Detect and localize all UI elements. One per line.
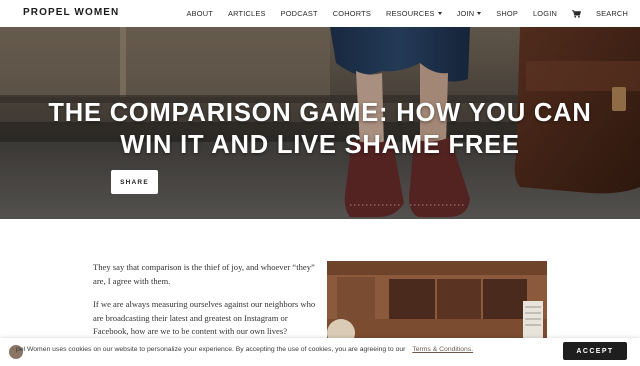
nav-podcast[interactable]: PODCAST [281, 9, 318, 18]
share-button[interactable]: SHARE [111, 170, 158, 194]
nav-about[interactable]: ABOUT [187, 9, 213, 18]
nav-resources-label: RESOURCES [385, 9, 435, 18]
nav-shop[interactable]: SHOP [496, 9, 518, 18]
chevron-down-icon [477, 12, 482, 15]
accept-cookies-button[interactable]: ACCEPT [563, 342, 627, 360]
nav-join[interactable]: JOIN [457, 9, 482, 18]
cookie-message-text: pel Women uses cookies on our website to… [16, 346, 406, 353]
terms-link[interactable]: Terms & Conditions. [412, 346, 473, 353]
nav-resources[interactable]: RESOURCES [386, 9, 442, 18]
main-nav: ABOUT ARTICLES PODCAST COHORTS RESOURCES… [172, 0, 628, 27]
nav-cohorts[interactable]: COHORTS [333, 9, 371, 18]
article-image [327, 261, 547, 341]
site-logo[interactable]: PROPEL WOMEN [23, 7, 119, 18]
site-header: PROPEL WOMEN ABOUT ARTICLES PODCAST COHO… [0, 0, 640, 27]
shopping-cart-icon[interactable] [571, 9, 581, 18]
article-body: They say that comparison is the thief of… [93, 261, 319, 349]
nav-login[interactable]: LOGIN [533, 9, 557, 18]
article-paragraph: They say that comparison is the thief of… [93, 262, 315, 286]
hero-banner: THE COMPARISON GAME: HOW YOU CAN WIN IT … [0, 27, 640, 219]
chevron-down-icon [437, 12, 442, 15]
cookie-consent-bar: pel Women uses cookies on our website to… [0, 338, 640, 366]
nav-join-label: JOIN [456, 9, 475, 18]
nav-search[interactable]: SEARCH [596, 9, 628, 18]
article-paragraph: If we are always measuring ourselves aga… [93, 299, 316, 336]
cookie-message: pel Women uses cookies on our website to… [16, 346, 473, 353]
nav-articles[interactable]: ARTICLES [228, 9, 266, 18]
page-title: THE COMPARISON GAME: HOW YOU CAN WIN IT … [48, 99, 592, 159]
